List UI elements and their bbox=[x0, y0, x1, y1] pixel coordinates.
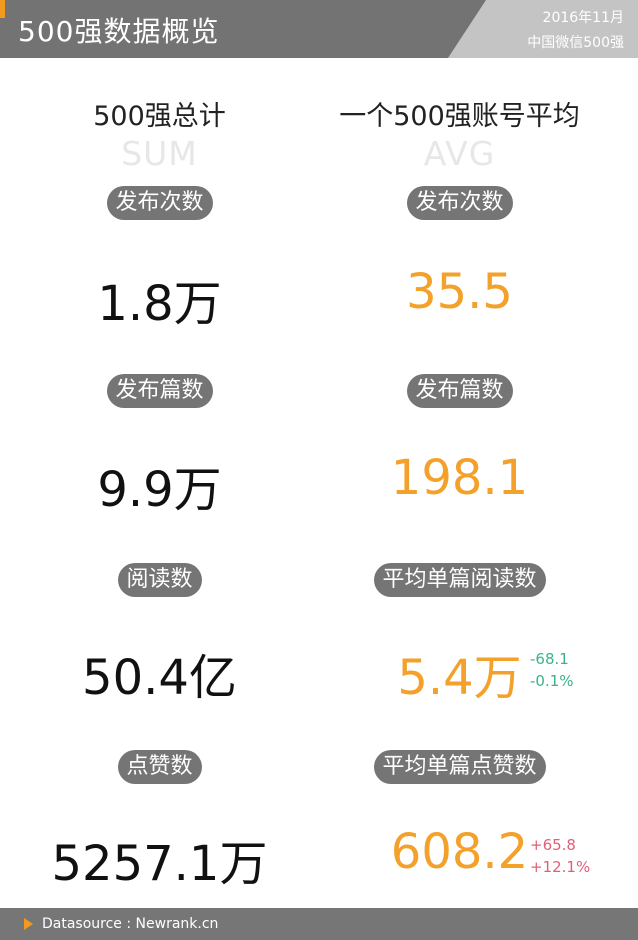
avg-reads-delta-abs: -68.1 bbox=[530, 650, 569, 668]
avg-label-reads-per-article: 平均单篇阅读数 bbox=[373, 563, 546, 597]
avg-value-articles: 198.1 bbox=[390, 450, 529, 506]
sum-label-likes: 点赞数 bbox=[117, 750, 202, 784]
avg-label-posts: 发布次数 bbox=[406, 186, 513, 220]
avg-reads-delta-pct: -0.1% bbox=[530, 672, 574, 690]
sum-title: 500强总计 bbox=[93, 101, 226, 132]
header-date: 2016年11月 bbox=[542, 10, 624, 26]
avg-likes-delta-pct: +12.1% bbox=[530, 858, 591, 876]
sum-label-articles: 发布篇数 bbox=[106, 374, 213, 408]
avg-likes-delta-abs: +65.8 bbox=[530, 836, 576, 854]
avg-label-articles: 发布篇数 bbox=[406, 374, 513, 408]
footer-bar: Datasource : Newrank.cn bbox=[0, 908, 638, 940]
play-triangle-icon bbox=[24, 918, 33, 930]
avg-label-likes-per-article: 平均单篇点赞数 bbox=[373, 750, 546, 784]
header-bar: 500强数据概览 2016年11月 中国微信500强 bbox=[0, 0, 638, 58]
sum-value-reads: 50.4亿 bbox=[82, 650, 237, 706]
page-title: 500强数据概览 bbox=[18, 15, 220, 48]
sum-label-reads: 阅读数 bbox=[117, 563, 202, 597]
avg-abbr: AVG bbox=[423, 134, 496, 173]
avg-likes-delta: +65.8 +12.1% bbox=[530, 834, 590, 878]
avg-title: 一个500强账号平均 bbox=[339, 101, 580, 132]
sum-value-posts: 1.8万 bbox=[97, 276, 222, 332]
header-accent bbox=[0, 0, 5, 18]
sum-value-likes: 5257.1万 bbox=[51, 836, 268, 892]
datasource-text: Datasource : Newrank.cn bbox=[42, 916, 219, 932]
sum-abbr: SUM bbox=[121, 134, 198, 173]
avg-value-posts: 35.5 bbox=[406, 264, 513, 320]
sum-label-posts: 发布次数 bbox=[106, 186, 213, 220]
avg-reads-delta: -68.1 -0.1% bbox=[530, 648, 574, 692]
sum-value-articles: 9.9万 bbox=[97, 462, 222, 518]
header-tab: 2016年11月 中国微信500强 bbox=[448, 0, 638, 58]
header-subtitle: 中国微信500强 bbox=[527, 35, 624, 51]
